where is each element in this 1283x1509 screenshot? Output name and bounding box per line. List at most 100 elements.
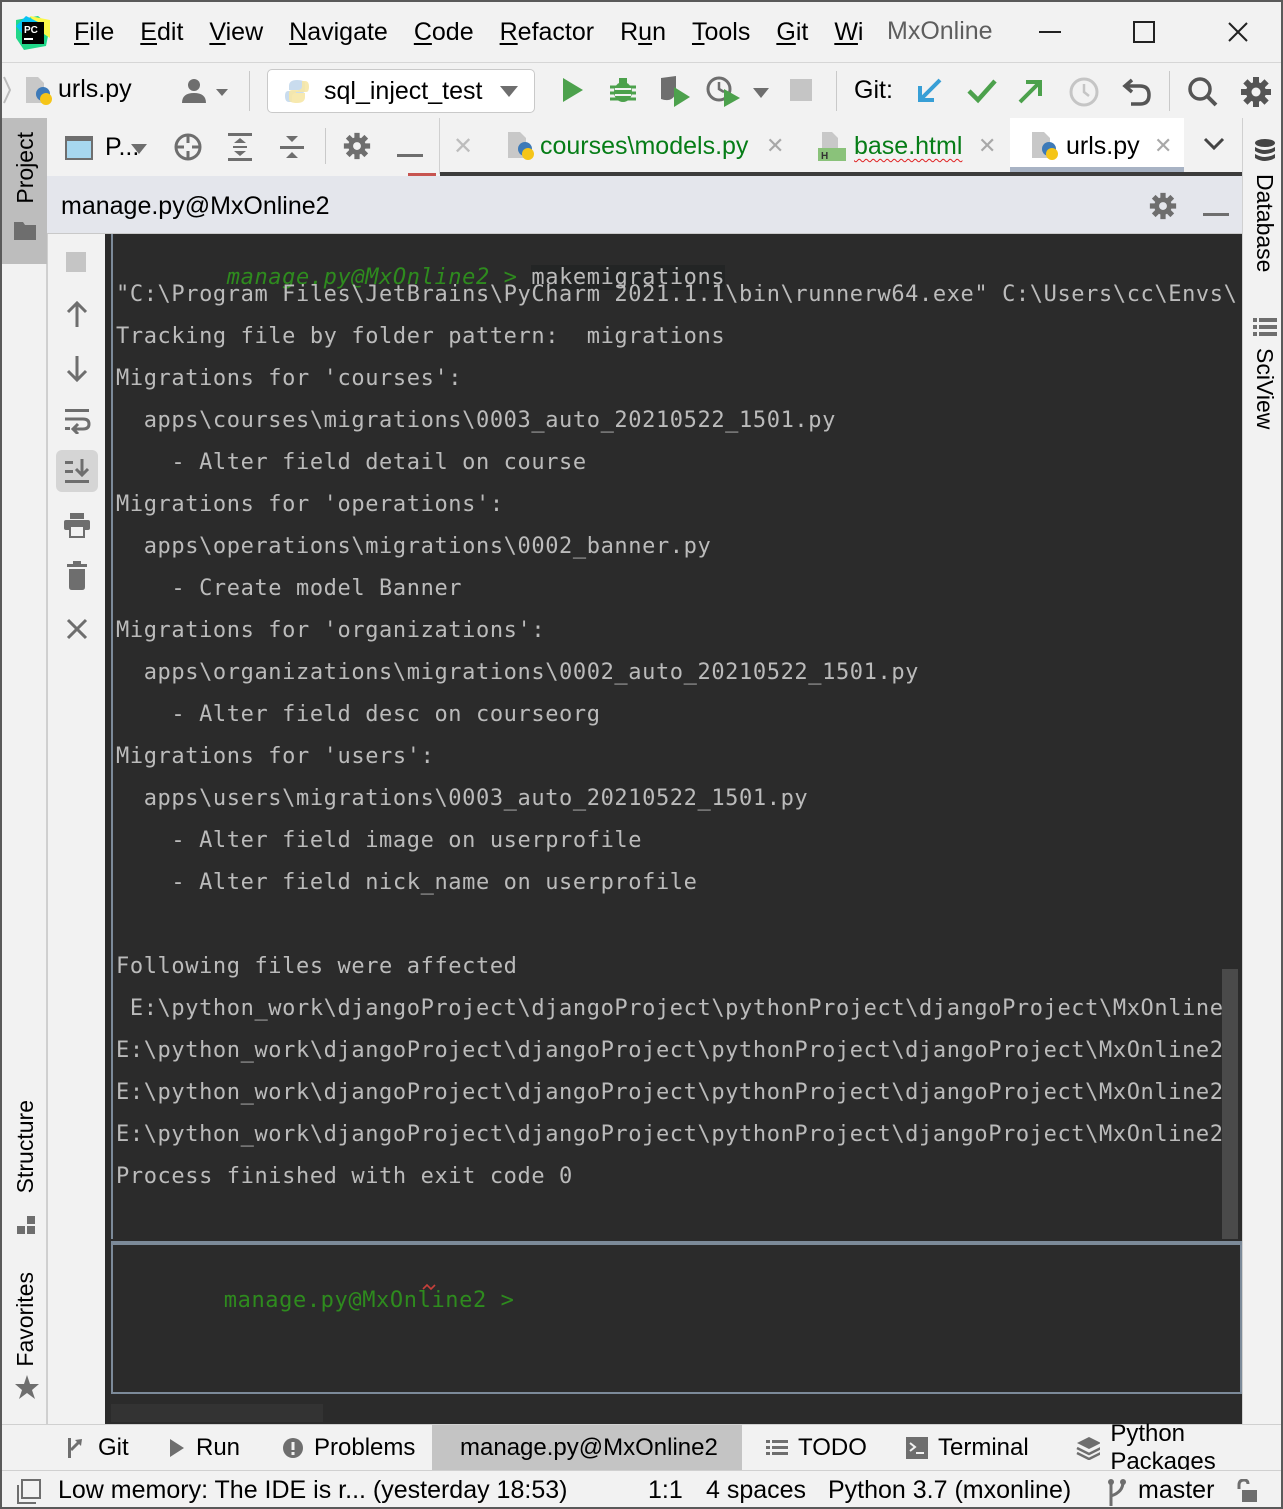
settings-button[interactable] bbox=[1240, 76, 1272, 113]
git-label: Git: bbox=[854, 76, 893, 104]
locate-file-button[interactable] bbox=[173, 132, 203, 167]
print-button[interactable] bbox=[56, 504, 98, 546]
file-tab-base-html[interactable]: H bbox=[816, 130, 848, 167]
git-history-button[interactable] bbox=[1068, 76, 1100, 113]
bottom-tab-problems[interactable]: Problems bbox=[282, 1425, 415, 1471]
menu-item-tools[interactable]: Tools bbox=[692, 18, 750, 47]
scroll-down-button[interactable] bbox=[56, 347, 98, 389]
stop-console-button[interactable] bbox=[56, 242, 98, 284]
clear-console-button[interactable] bbox=[56, 555, 98, 597]
folder-icon bbox=[14, 222, 36, 240]
stop-button[interactable] bbox=[790, 79, 814, 108]
bottom-tab-todo[interactable]: TODO bbox=[766, 1425, 867, 1471]
menu-item-refactor[interactable]: Refactor bbox=[500, 18, 595, 47]
checkmark-icon bbox=[967, 79, 997, 104]
python-file-icon bbox=[1032, 132, 1058, 160]
project-settings-button[interactable] bbox=[343, 132, 371, 165]
console-horizontal-scrollbar[interactable] bbox=[111, 1404, 323, 1422]
sciview-tool-tab[interactable]: SciView bbox=[1243, 314, 1281, 444]
git-update-button[interactable] bbox=[914, 76, 944, 111]
hide-run-window-button[interactable] bbox=[1203, 204, 1229, 222]
python-file-icon bbox=[24, 75, 54, 107]
menu-item-git[interactable]: Git bbox=[776, 18, 808, 47]
python-interpreter[interactable]: Python 3.7 (mxonline) bbox=[828, 1476, 1071, 1505]
database-icon bbox=[1255, 139, 1275, 161]
scroll-up-button[interactable] bbox=[56, 294, 98, 336]
run-window-settings-button[interactable] bbox=[1149, 192, 1177, 225]
separator bbox=[249, 71, 250, 111]
bottom-tab-terminal[interactable]: Terminal bbox=[906, 1425, 1029, 1471]
run-icon bbox=[563, 78, 583, 102]
favorites-tool-label: Favorites bbox=[12, 1272, 38, 1367]
manage-py-console[interactable]: manage.py@MxOnline2 > makemigrations "C:… bbox=[105, 234, 1242, 1424]
debug-button[interactable] bbox=[608, 75, 638, 110]
terminal-icon bbox=[906, 1437, 928, 1459]
git-branch[interactable]: master bbox=[1138, 1476, 1214, 1505]
more-run-options-icon[interactable] bbox=[752, 87, 770, 99]
close-console-button[interactable] bbox=[56, 608, 98, 650]
console-vertical-scrollbar[interactable] bbox=[1222, 969, 1238, 1239]
caret-position[interactable]: 1:1 bbox=[648, 1476, 683, 1505]
menu-item-navigate[interactable]: Navigate bbox=[289, 18, 388, 47]
structure-tool-tab[interactable]: Structure bbox=[2, 1088, 47, 1238]
project-tool-tab[interactable]: Project bbox=[2, 118, 47, 264]
maximize-icon bbox=[1133, 21, 1155, 43]
run-icon bbox=[170, 1439, 184, 1457]
bottom-tab-manage-py[interactable]: manage.py@MxOnline2 bbox=[432, 1425, 742, 1471]
status-message[interactable]: Low memory: The IDE is r... (yesterday 1… bbox=[58, 1476, 567, 1505]
indent-setting[interactable]: 4 spaces bbox=[706, 1476, 806, 1505]
tab-close-icon[interactable]: ✕ bbox=[766, 133, 784, 159]
bottom-tab-run[interactable]: Run bbox=[168, 1425, 240, 1471]
scroll-to-end-button[interactable] bbox=[56, 450, 98, 492]
hide-project-button[interactable] bbox=[397, 145, 423, 163]
coverage-button[interactable] bbox=[658, 75, 692, 112]
printer-icon bbox=[64, 513, 90, 538]
pycharm-logo-icon: PC bbox=[16, 16, 50, 50]
collapse-all-button[interactable] bbox=[279, 132, 305, 167]
menu-item-edit[interactable]: Edit bbox=[140, 18, 183, 47]
readonly-toggle[interactable] bbox=[1236, 1478, 1258, 1507]
account-button[interactable] bbox=[178, 77, 230, 105]
close-window-button[interactable] bbox=[1216, 12, 1260, 52]
separator bbox=[439, 118, 440, 174]
show-all-tabs-button[interactable] bbox=[1202, 136, 1226, 157]
run-button[interactable] bbox=[558, 76, 586, 109]
chevron-down-icon bbox=[1203, 137, 1225, 151]
file-tab-courses-models[interactable] bbox=[506, 130, 536, 167]
expand-all-button[interactable] bbox=[227, 132, 253, 167]
dropdown-arrow-icon bbox=[500, 86, 518, 97]
separator bbox=[836, 71, 837, 111]
search-everywhere-button[interactable] bbox=[1187, 76, 1219, 113]
git-push-button[interactable] bbox=[1016, 76, 1046, 111]
tab-close-icon[interactable]: ✕ bbox=[978, 133, 996, 159]
menu-item-view[interactable]: View bbox=[209, 18, 263, 47]
profile-button[interactable] bbox=[706, 75, 742, 112]
event-log-button[interactable] bbox=[16, 1479, 42, 1507]
menu-item-file[interactable]: File bbox=[74, 18, 114, 47]
menu-item-wi[interactable]: Wi bbox=[834, 18, 863, 47]
bottom-tab-git[interactable]: Git bbox=[66, 1425, 129, 1471]
maximize-button[interactable] bbox=[1122, 12, 1166, 52]
menu-item-run[interactable]: Run bbox=[620, 18, 666, 47]
database-tool-label: Database bbox=[1252, 174, 1278, 273]
menu-item-code[interactable]: Code bbox=[414, 18, 474, 47]
database-tool-tab[interactable]: Database bbox=[1243, 134, 1281, 294]
bottom-tab-label: Problems bbox=[314, 1434, 416, 1461]
console-input-area[interactable]: manage.py@MxOnline2 > bbox=[111, 1241, 1242, 1394]
tab-close-icon[interactable]: ✕ bbox=[1154, 133, 1172, 159]
favorites-tool-tab[interactable]: Favorites bbox=[2, 1268, 47, 1418]
run-window-title: manage.py@MxOnline2 bbox=[61, 192, 330, 220]
file-tab-label[interactable]: urls.py bbox=[1066, 132, 1140, 161]
minimize-button[interactable] bbox=[1028, 12, 1072, 52]
git-commit-button[interactable] bbox=[966, 76, 998, 111]
run-config-selector[interactable]: sql_inject_test bbox=[267, 69, 535, 113]
soft-wrap-button[interactable] bbox=[56, 399, 98, 441]
git-rollback-button[interactable] bbox=[1122, 76, 1154, 113]
file-tab-label[interactable]: courses\models.py bbox=[540, 132, 748, 161]
project-view-selector[interactable] bbox=[65, 136, 93, 165]
bottom-tab-python-packages[interactable]: Python Packages bbox=[1076, 1420, 1281, 1475]
breadcrumb-file[interactable]: urls.py bbox=[58, 75, 132, 104]
close-pane-icon[interactable]: ✕ bbox=[453, 132, 473, 161]
file-tab-label[interactable]: base.html bbox=[854, 132, 962, 161]
pycharm-window: PC File Edit View Navigate Code Refactor Run To… bbox=[0, 0, 1283, 1509]
